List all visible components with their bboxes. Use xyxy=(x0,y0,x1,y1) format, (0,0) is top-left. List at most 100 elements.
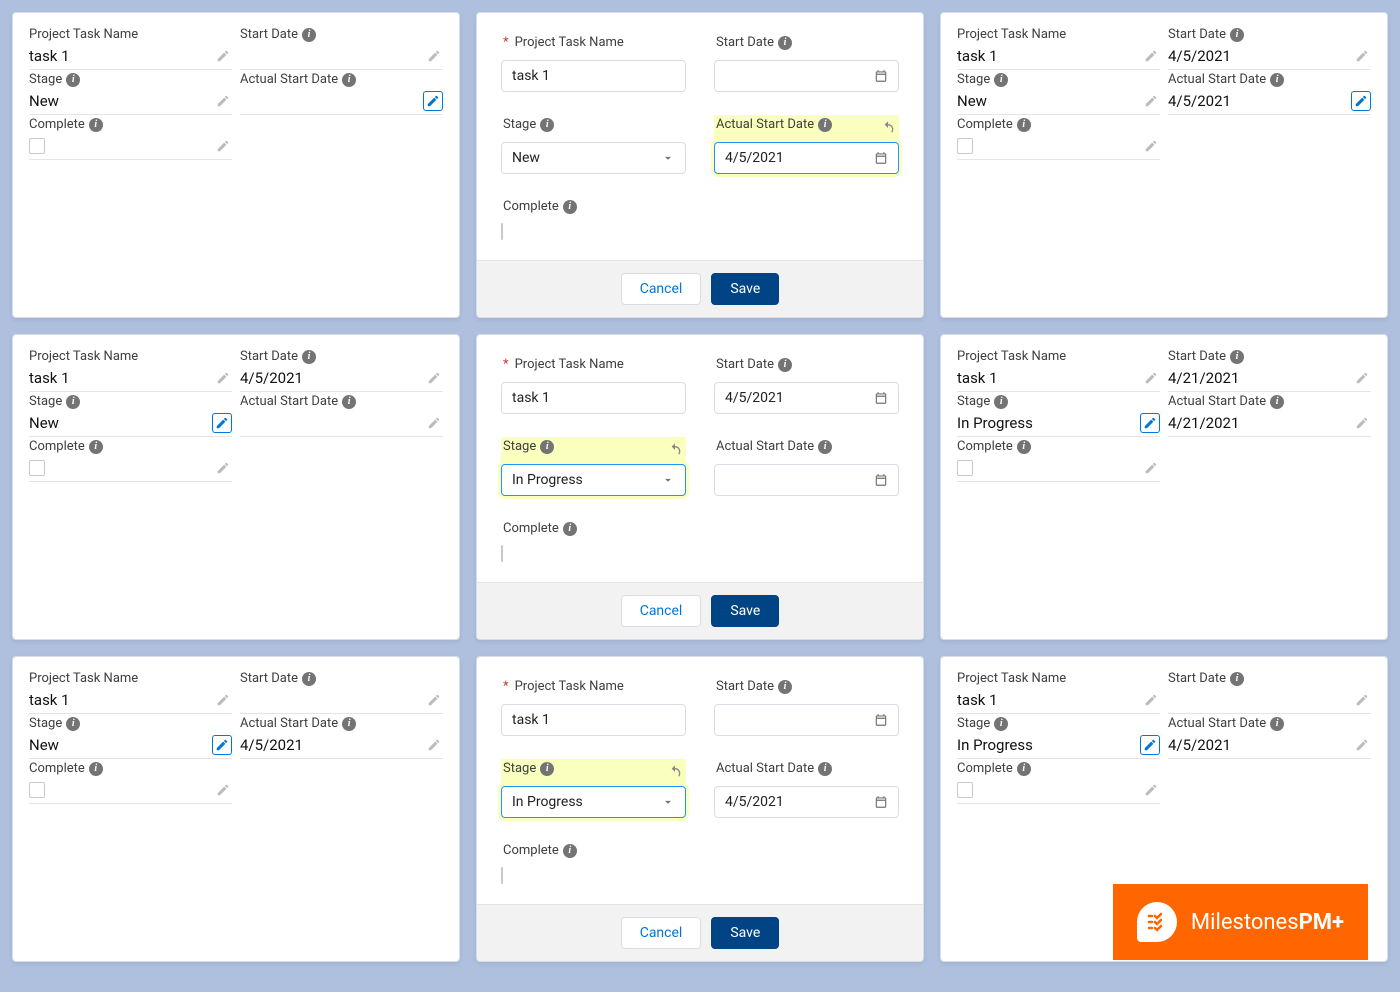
info-icon[interactable] xyxy=(994,395,1008,409)
info-icon[interactable] xyxy=(302,672,316,686)
actual-start-date-input[interactable]: 4/5/2021 xyxy=(714,786,899,818)
stage-select[interactable]: In Progress xyxy=(501,786,686,818)
info-icon[interactable] xyxy=(302,28,316,42)
save-button[interactable]: Save xyxy=(711,595,779,627)
info-icon[interactable] xyxy=(778,36,792,50)
info-icon[interactable] xyxy=(66,395,80,409)
complete-checkbox[interactable] xyxy=(957,782,973,798)
edit-stage[interactable] xyxy=(214,92,232,110)
info-icon[interactable] xyxy=(778,358,792,372)
edit-complete[interactable] xyxy=(1142,459,1160,477)
complete-checkbox[interactable] xyxy=(957,138,973,154)
info-icon[interactable] xyxy=(66,73,80,87)
info-icon[interactable] xyxy=(1230,672,1244,686)
info-icon[interactable] xyxy=(302,350,316,364)
edit-task-name[interactable] xyxy=(1142,369,1160,387)
info-icon[interactable] xyxy=(563,844,577,858)
info-icon[interactable] xyxy=(994,717,1008,731)
edit-complete[interactable] xyxy=(214,781,232,799)
edit-start-date[interactable] xyxy=(425,369,443,387)
info-icon[interactable] xyxy=(1230,28,1244,42)
info-icon[interactable] xyxy=(540,440,554,454)
actual-start-date-input[interactable] xyxy=(714,464,899,496)
record-card-view: Project Task Name task 1 Start Date Stag… xyxy=(12,656,460,962)
complete-checkbox[interactable] xyxy=(501,867,503,884)
info-icon[interactable] xyxy=(540,118,554,132)
save-button[interactable]: Save xyxy=(711,917,779,949)
edit-start-date[interactable] xyxy=(1353,369,1371,387)
complete-checkbox[interactable] xyxy=(501,545,503,562)
edit-actual-start-date[interactable] xyxy=(425,736,443,754)
info-icon[interactable] xyxy=(994,73,1008,87)
edit-complete[interactable] xyxy=(214,459,232,477)
actual-start-date-input[interactable]: 4/5/2021 xyxy=(714,142,899,174)
edit-start-date[interactable] xyxy=(1353,691,1371,709)
info-icon[interactable] xyxy=(342,395,356,409)
edit-actual-start-date[interactable] xyxy=(1353,414,1371,432)
edit-actual-start-date[interactable] xyxy=(1351,91,1371,111)
complete-checkbox[interactable] xyxy=(29,782,45,798)
info-icon[interactable] xyxy=(563,200,577,214)
edit-task-name[interactable] xyxy=(1142,691,1160,709)
stage-select[interactable]: New xyxy=(501,142,686,174)
info-icon[interactable] xyxy=(1230,350,1244,364)
stage-select[interactable]: In Progress xyxy=(501,464,686,496)
undo-icon[interactable] xyxy=(666,441,684,459)
info-icon[interactable] xyxy=(89,118,103,132)
record-card-view: Project Task Name task 1 Start Date 4/5/… xyxy=(12,334,460,640)
start-date-input[interactable]: 4/5/2021 xyxy=(714,382,899,414)
info-icon[interactable] xyxy=(1017,440,1031,454)
task-name-input[interactable]: task 1 xyxy=(501,382,686,414)
complete-checkbox[interactable] xyxy=(501,223,503,240)
cancel-button[interactable]: Cancel xyxy=(621,273,702,305)
edit-stage[interactable] xyxy=(1142,92,1160,110)
info-icon[interactable] xyxy=(563,522,577,536)
undo-icon[interactable] xyxy=(879,119,897,137)
edit-task-name[interactable] xyxy=(214,47,232,65)
chevron-down-icon xyxy=(661,795,675,809)
edit-start-date[interactable] xyxy=(425,47,443,65)
edit-stage[interactable] xyxy=(1140,735,1160,755)
edit-stage[interactable] xyxy=(1140,413,1160,433)
complete-checkbox[interactable] xyxy=(957,460,973,476)
edit-complete[interactable] xyxy=(1142,781,1160,799)
info-icon[interactable] xyxy=(89,440,103,454)
info-icon[interactable] xyxy=(1270,73,1284,87)
edit-stage[interactable] xyxy=(212,413,232,433)
edit-actual-start-date[interactable] xyxy=(425,414,443,432)
info-icon[interactable] xyxy=(1017,118,1031,132)
complete-checkbox[interactable] xyxy=(29,138,45,154)
info-icon[interactable] xyxy=(818,118,832,132)
edit-complete[interactable] xyxy=(1142,137,1160,155)
cancel-button[interactable]: Cancel xyxy=(621,917,702,949)
info-icon[interactable] xyxy=(540,762,554,776)
complete-checkbox[interactable] xyxy=(29,460,45,476)
info-icon[interactable] xyxy=(89,762,103,776)
start-date-input[interactable] xyxy=(714,704,899,736)
task-name-input[interactable]: task 1 xyxy=(501,704,686,736)
info-icon[interactable] xyxy=(1270,717,1284,731)
edit-task-name[interactable] xyxy=(214,691,232,709)
info-icon[interactable] xyxy=(342,717,356,731)
save-button[interactable]: Save xyxy=(711,273,779,305)
undo-icon[interactable] xyxy=(666,763,684,781)
edit-task-name[interactable] xyxy=(1142,47,1160,65)
edit-actual-start-date[interactable] xyxy=(423,91,443,111)
label-stage: Stage xyxy=(29,716,62,731)
edit-stage[interactable] xyxy=(212,735,232,755)
info-icon[interactable] xyxy=(778,680,792,694)
info-icon[interactable] xyxy=(818,762,832,776)
task-name-input[interactable]: task 1 xyxy=(501,60,686,92)
info-icon[interactable] xyxy=(1017,762,1031,776)
info-icon[interactable] xyxy=(1270,395,1284,409)
edit-complete[interactable] xyxy=(214,137,232,155)
edit-task-name[interactable] xyxy=(214,369,232,387)
cancel-button[interactable]: Cancel xyxy=(621,595,702,627)
info-icon[interactable] xyxy=(66,717,80,731)
edit-actual-start-date[interactable] xyxy=(1353,736,1371,754)
info-icon[interactable] xyxy=(342,73,356,87)
info-icon[interactable] xyxy=(818,440,832,454)
edit-start-date[interactable] xyxy=(1353,47,1371,65)
edit-start-date[interactable] xyxy=(425,691,443,709)
start-date-input[interactable] xyxy=(714,60,899,92)
